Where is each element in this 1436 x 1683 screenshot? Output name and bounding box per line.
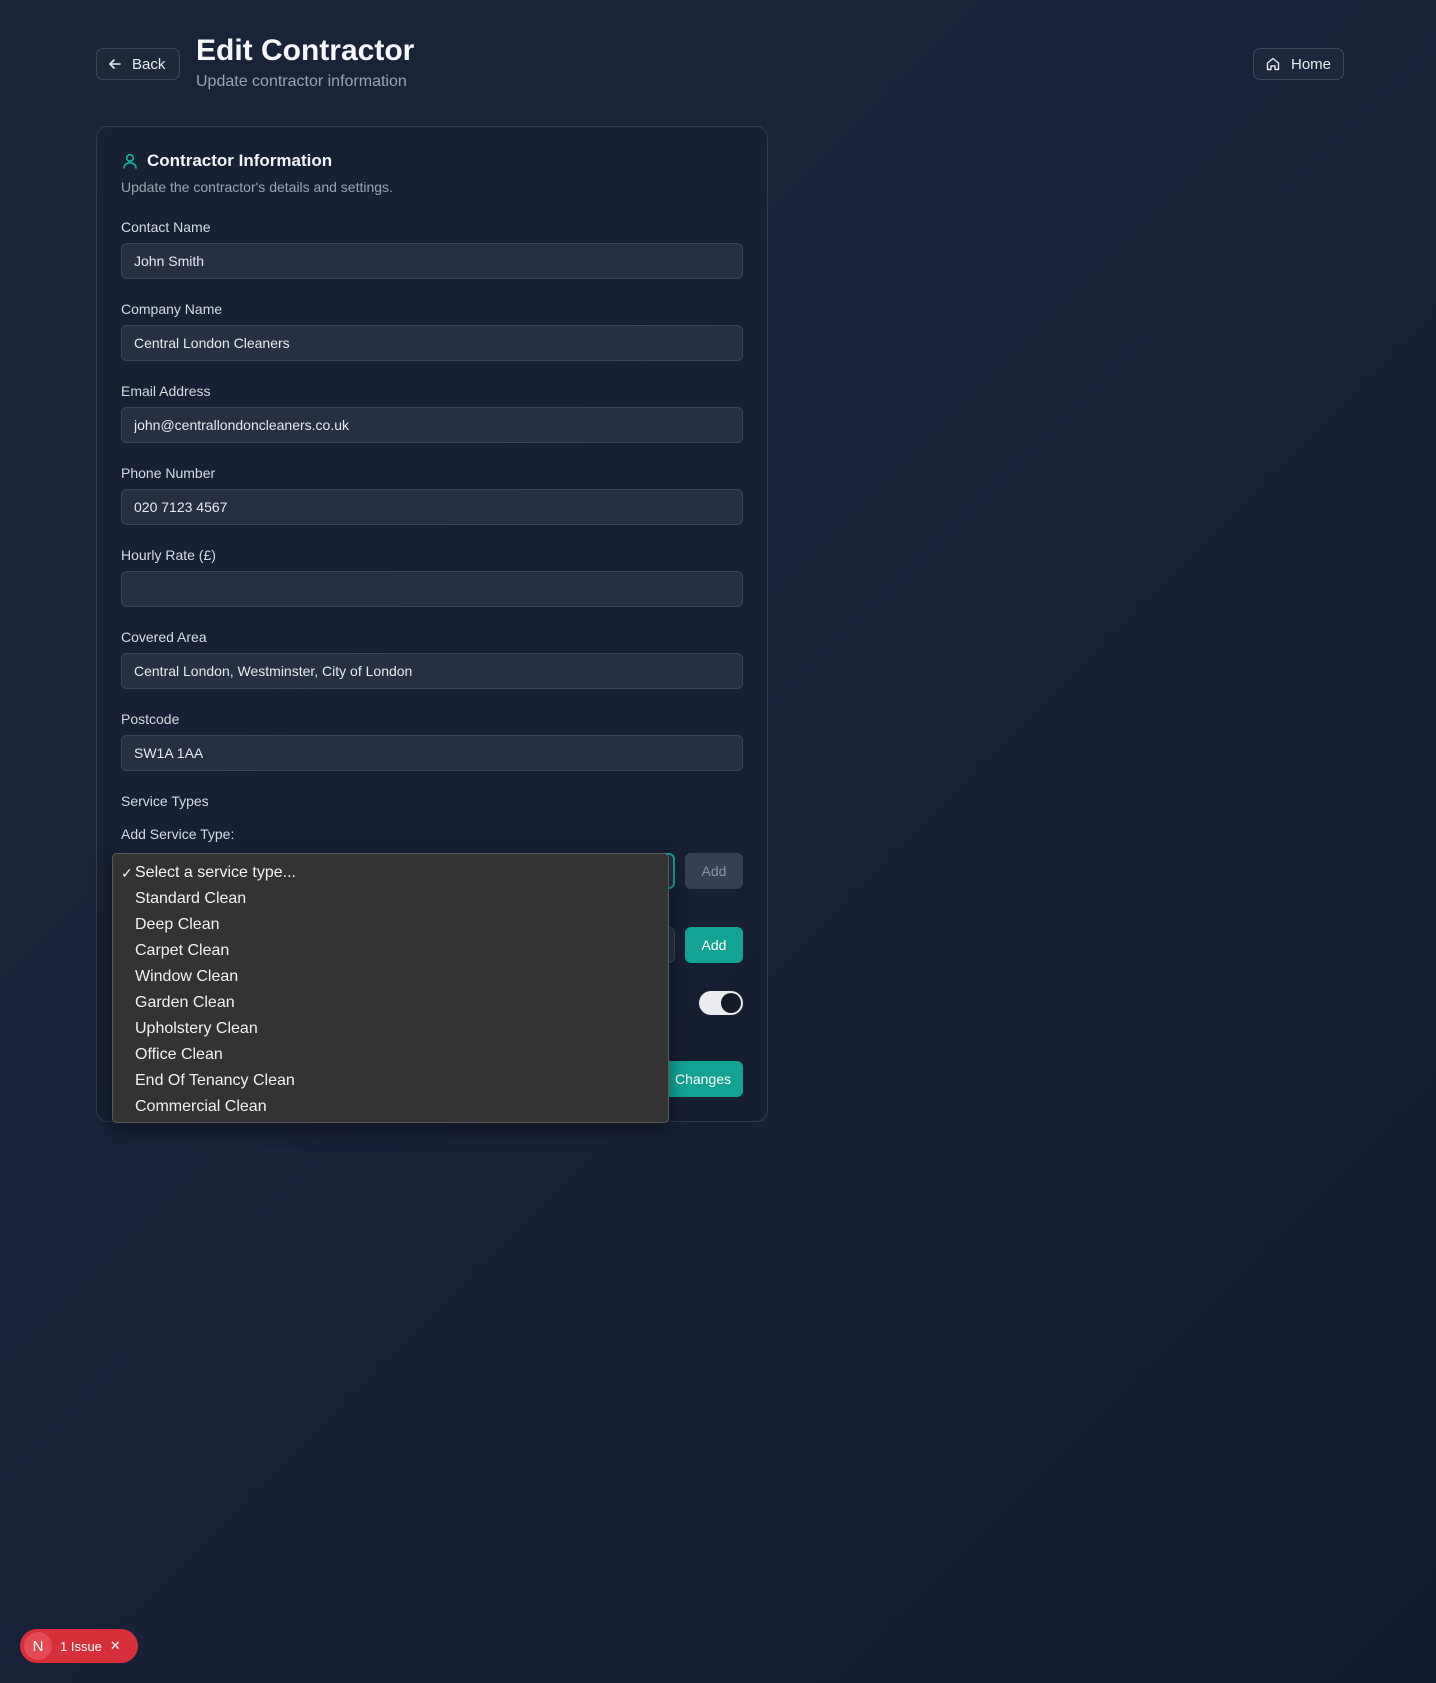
service-type-dropdown: ✓ Select a service type... Standard Clea… — [112, 853, 669, 1123]
dropdown-option[interactable]: Carpet Clean — [113, 938, 668, 964]
add-service-button[interactable]: Add — [685, 853, 743, 889]
dropdown-option[interactable]: End Of Tenancy Clean — [113, 1068, 668, 1094]
dropdown-option-label: Window Clean — [135, 968, 239, 985]
company-name-label: Company Name — [121, 301, 223, 317]
back-label: Back — [132, 55, 166, 73]
arrow-left-icon — [108, 57, 122, 71]
dropdown-option[interactable]: Upholstery Clean — [113, 1016, 668, 1042]
card-header: Contractor Information — [121, 151, 332, 171]
dropdown-option[interactable]: Commercial Clean — [113, 1094, 668, 1120]
dropdown-option-label: Commercial Clean — [135, 1098, 267, 1115]
toggle-knob — [721, 993, 741, 1013]
contact-name-input[interactable] — [121, 243, 743, 279]
page-subtitle: Update contractor information — [196, 73, 407, 90]
dropdown-option-label: Garden Clean — [135, 994, 235, 1011]
dropdown-option[interactable]: Deep Clean — [113, 912, 668, 938]
nextjs-logo-icon: N — [24, 1632, 52, 1660]
contact-name-label: Contact Name — [121, 219, 211, 235]
card-title: Contractor Information — [147, 151, 333, 170]
close-icon[interactable]: ✕ — [110, 1638, 121, 1654]
issues-badge[interactable]: N 1 Issue ✕ — [20, 1629, 138, 1663]
home-button[interactable]: Home — [1253, 48, 1344, 80]
hourly-rate-input[interactable] — [121, 571, 743, 607]
postcode-label: Postcode — [121, 711, 180, 727]
company-name-input[interactable] — [121, 325, 743, 361]
card-description: Update the contractor's details and sett… — [121, 179, 393, 195]
email-label: Email Address — [121, 383, 211, 399]
issues-count: 1 Issue — [60, 1638, 102, 1654]
dropdown-option-label: Standard Clean — [135, 890, 247, 907]
dropdown-option-label: Deep Clean — [135, 916, 220, 933]
dropdown-option-label: Office Clean — [135, 1046, 223, 1063]
service-types-label: Service Types — [121, 793, 209, 809]
dropdown-option[interactable]: Office Clean — [113, 1042, 668, 1068]
dropdown-option[interactable]: Window Clean — [113, 964, 668, 990]
home-label: Home — [1291, 55, 1332, 73]
dropdown-option[interactable]: Garden Clean — [113, 990, 668, 1016]
covered-area-label: Covered Area — [121, 629, 207, 645]
hourly-rate-label: Hourly Rate (£) — [121, 547, 216, 563]
phone-label: Phone Number — [121, 465, 216, 481]
back-button[interactable]: Back — [96, 48, 180, 80]
dropdown-option-label: Carpet Clean — [135, 942, 230, 959]
home-icon — [1265, 56, 1281, 72]
user-icon — [121, 152, 139, 170]
dropdown-option-label: End Of Tenancy Clean — [135, 1072, 295, 1089]
save-button-label: Changes — [674, 1071, 731, 1087]
covered-area-input[interactable] — [121, 653, 743, 689]
check-icon: ✓ — [121, 864, 133, 881]
dropdown-option[interactable]: Standard Clean — [113, 886, 668, 912]
dropdown-option-label: Select a service type... — [135, 864, 296, 881]
email-input[interactable] — [121, 407, 743, 443]
add-service-type-label: Add Service Type: — [121, 826, 235, 842]
page-title: Edit Contractor — [196, 34, 415, 67]
phone-input[interactable] — [121, 489, 743, 525]
dropdown-option[interactable]: ✓ Select a service type... — [113, 860, 668, 886]
dropdown-option-label: Upholstery Clean — [135, 1020, 258, 1037]
postcode-input[interactable] — [121, 735, 743, 771]
add-custom-service-button[interactable]: Add — [685, 927, 743, 963]
active-toggle[interactable] — [699, 991, 743, 1015]
